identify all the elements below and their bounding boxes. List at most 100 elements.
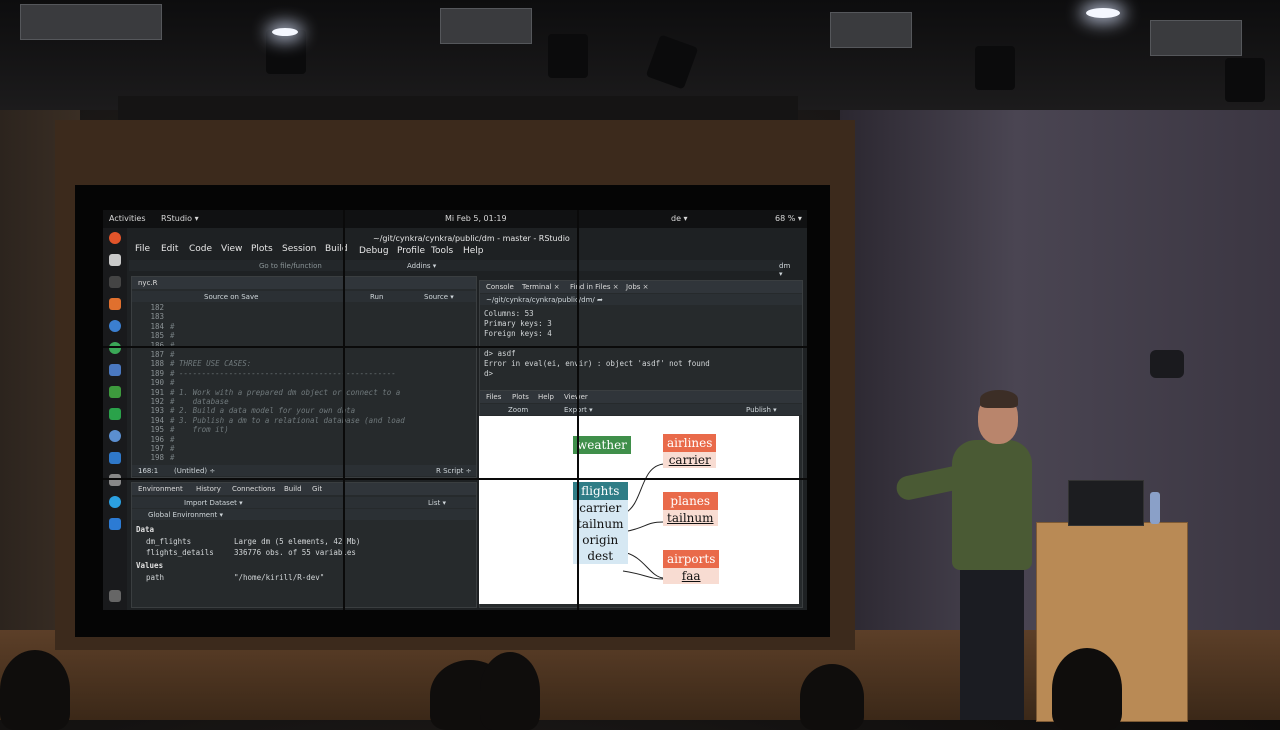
project-menu[interactable]: dm ▾ [779,262,790,278]
tools-icon[interactable] [109,386,121,398]
main-toolbar: Go to file/function Addins ▾ dm ▾ [129,260,790,278]
activities-button[interactable]: Activities [109,214,146,223]
app-dock [103,228,127,610]
software-icon[interactable] [109,298,121,310]
code-line: # [170,331,175,341]
code-line: # database [170,397,229,406]
code-line: # [170,378,175,388]
ceiling-duct [440,8,532,44]
table-airports[interactable]: airports faa [663,550,720,584]
console-line: Primary keys: 3 [484,319,552,328]
code-line: # from it) [170,425,229,435]
line-number: 182 [150,303,164,312]
menu-debug[interactable]: Debug [359,246,389,256]
menu-tools[interactable]: Tools [431,246,453,256]
tab-nyc-r[interactable]: nyc.R [138,279,158,287]
editor-status-bar: 168:1 (Untitled) ÷ R Script ÷ [132,465,476,476]
console-pane: Console Terminal × Find in Files × Jobs … [479,280,803,392]
import-dataset-button[interactable]: Import Dataset ▾ [184,499,243,507]
source-on-save-checkbox[interactable]: Source on Save [204,293,258,301]
tab-viewer[interactable]: Viewer [564,393,588,401]
source-button[interactable]: Source ▾ [424,293,454,301]
menu-view[interactable]: View [221,244,242,254]
tab-environment[interactable]: Environment [138,485,183,493]
source-toolbar: Source on Save Run Source ▾ [132,291,476,302]
console-output[interactable]: Columns: 53 Primary keys: 3 Foreign keys: … [484,309,798,389]
app-grid-icon[interactable] [109,590,121,602]
code-line: # [170,350,175,359]
line-number: 193 [150,406,164,416]
line-number: 188 [150,359,164,369]
arrow-dest [622,570,664,580]
table-flights[interactable]: flights carrier tailnum origin dest [573,482,628,564]
run-button[interactable]: Run [370,293,383,301]
menu-help[interactable]: Help [463,246,484,256]
console-working-dir[interactable]: ~/git/cynkra/cynkra/public/dm/ ➦ [486,296,603,304]
rstudio-icon[interactable] [109,430,121,442]
table-airlines[interactable]: airlines carrier [663,434,717,468]
help-icon[interactable] [109,320,121,332]
audience-head [1052,648,1122,730]
menu-profile[interactable]: Profile [397,246,425,256]
zoom-button[interactable]: Zoom [508,406,528,414]
table-weather[interactable]: weather [573,436,631,454]
mail-icon[interactable] [109,364,121,376]
menu-edit[interactable]: Edit [161,244,178,254]
tab-history[interactable]: History [196,485,221,493]
menu-plots[interactable]: Plots [251,244,273,254]
env-row-name: dm_flights [146,537,192,546]
tab-git[interactable]: Git [312,485,322,493]
clock[interactable]: Mi Feb 5, 01:19 [445,214,507,223]
publish-button[interactable]: Publish ▾ [746,406,777,414]
table-airlines-header: airlines [663,434,717,452]
viewer-tabs: Files Plots Help Viewer [480,391,802,403]
arrow-origin [622,551,664,579]
environment-tabs: Environment History Connections Build Gi… [132,483,476,495]
line-number: 194 [150,415,164,425]
global-environment-dropdown[interactable]: Global Environment ▾ [148,511,223,519]
language-indicator[interactable]: de ▾ [671,214,688,223]
line-number: 196 [150,434,164,444]
tab-plots[interactable]: Plots [512,393,529,401]
tab-terminal[interactable]: Terminal × [522,283,560,291]
tab-jobs[interactable]: Jobs × [626,283,649,291]
code-editor[interactable]: 182183184#185#186#187#188# THREE USE CAS… [132,303,476,465]
code-line: # THREE USE CASES: [170,359,252,369]
table-planes[interactable]: planes tailnum [663,492,718,526]
console-path-bar: ~/git/cynkra/cynkra/public/dm/ ➦ [480,294,802,305]
code-line: # [170,453,175,463]
wall-camera [1150,350,1184,378]
meet-icon[interactable] [109,408,121,420]
column-carrier: carrier [579,501,622,515]
menu-file[interactable]: File [135,244,150,254]
tab-build[interactable]: Build [284,485,302,493]
settings-icon[interactable] [109,474,121,486]
addins-button[interactable]: Addins ▾ [407,262,436,270]
ubuntu-icon[interactable] [109,232,121,244]
files-icon[interactable] [109,254,121,266]
presenter-hair [980,390,1018,408]
stage-light [1225,58,1265,102]
file-type[interactable]: R Script ÷ [436,467,471,475]
scope-indicator[interactable]: (Untitled) ÷ [174,467,215,475]
tab-files[interactable]: Files [486,393,501,401]
audience-head [0,650,70,730]
env-data-header: Data [136,525,155,534]
chat-icon[interactable] [109,452,121,464]
battery-indicator[interactable]: 68 % ▾ [775,214,802,223]
menu-code[interactable]: Code [189,244,212,254]
tab-connections[interactable]: Connections [232,485,275,493]
vscode-icon[interactable] [109,518,121,530]
code-line: # 1. Work with a prepared dm object or c… [170,387,401,397]
goto-file-input[interactable]: Go to file/function [259,262,322,270]
terminal-icon[interactable] [109,276,121,288]
chrome-icon[interactable] [109,342,121,354]
skype-icon[interactable] [109,496,121,508]
menu-session[interactable]: Session [282,244,316,254]
app-menu[interactable]: RStudio ▾ [161,214,199,223]
tab-help[interactable]: Help [538,393,554,401]
stage-light [975,46,1015,90]
ceiling [0,0,1280,110]
tab-console[interactable]: Console [486,283,514,291]
list-view-toggle[interactable]: List ▾ [428,499,446,507]
